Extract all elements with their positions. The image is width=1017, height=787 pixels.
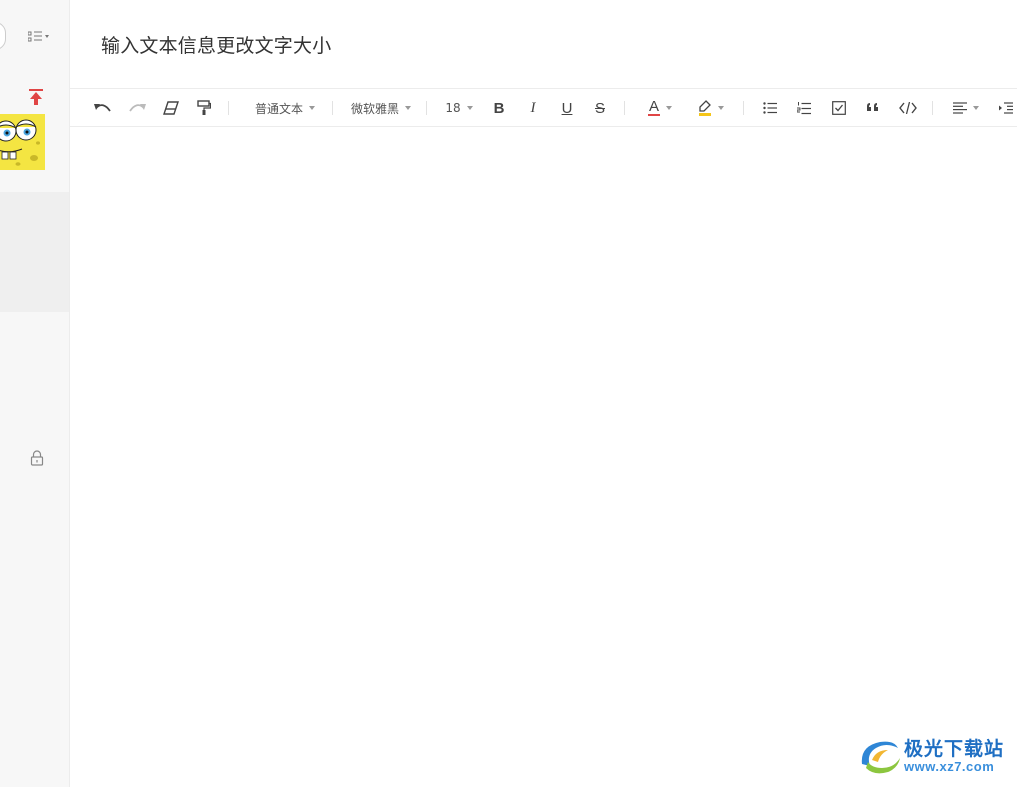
quote-icon [867, 103, 878, 111]
list-view-toggle[interactable] [28, 28, 54, 46]
code-icon [899, 102, 917, 114]
watermark-name: 极光下载站 [904, 738, 1005, 760]
code-button[interactable] [897, 97, 919, 119]
chevron-down-icon [309, 106, 315, 110]
toolbar-separator [932, 101, 933, 115]
note-list-panel [0, 0, 70, 787]
align-dropdown[interactable] [949, 97, 983, 119]
site-logo [861, 741, 900, 774]
indent-button[interactable] [997, 97, 1015, 119]
selected-note-area[interactable] [0, 192, 69, 312]
bold-icon: B [493, 99, 505, 117]
bullet-list-icon [763, 102, 777, 114]
chevron-down-icon [466, 106, 473, 110]
note-thumbnail[interactable] [0, 114, 45, 170]
watermark: 极光下载站 www.xz7.com [856, 734, 1014, 780]
highlighter-icon [699, 100, 711, 116]
chevron-down-icon [718, 106, 724, 110]
pin-top-icon[interactable] [28, 88, 44, 106]
italic-icon: I [530, 99, 536, 116]
editor-toolbar: 普通文本 微软雅黑 18 B I U S A [70, 88, 1017, 127]
redo-icon [129, 104, 146, 112]
chevron-down-icon [973, 106, 979, 110]
strikethrough-button[interactable]: S [590, 97, 610, 119]
font-size-dropdown[interactable]: 18 [443, 97, 475, 119]
lock-icon[interactable] [30, 450, 44, 466]
sponge-character-image [0, 114, 45, 170]
redo-button[interactable] [126, 97, 148, 119]
italic-button[interactable]: I [523, 97, 543, 119]
toolbar-separator [332, 101, 333, 115]
toolbar-separator [624, 101, 625, 115]
numbered-list-icon [797, 101, 811, 114]
back-button[interactable] [0, 22, 6, 50]
toolbar-separator [426, 101, 427, 115]
eraser-icon [163, 101, 179, 115]
checklist-button[interactable] [829, 97, 849, 119]
editor-content-area[interactable] [70, 128, 1017, 787]
indent-icon [999, 102, 1013, 114]
format-painter-icon [197, 100, 211, 115]
list-view-icon [28, 31, 49, 42]
font-color-letter: A [648, 98, 659, 115]
font-color-icon: A [648, 98, 660, 116]
bullet-list-button[interactable] [760, 97, 780, 119]
paragraph-style-dropdown[interactable]: 普通文本 [251, 97, 319, 119]
align-left-icon [953, 102, 967, 114]
underline-button[interactable]: U [557, 97, 577, 119]
highlight-color-button[interactable] [693, 97, 729, 119]
font-family-dropdown[interactable]: 微软雅黑 [349, 97, 413, 119]
numbered-list-button[interactable] [794, 97, 814, 119]
note-title[interactable]: 输入文本信息更改文字大小 [101, 31, 331, 58]
font-size-label: 18 [445, 101, 461, 115]
clear-format-button[interactable] [161, 97, 181, 119]
quote-button[interactable] [863, 97, 883, 119]
undo-button[interactable] [92, 97, 114, 119]
font-color-swatch [648, 114, 660, 116]
font-family-label: 微软雅黑 [350, 101, 399, 116]
toolbar-separator [743, 101, 744, 115]
bold-button[interactable]: B [489, 97, 509, 119]
undo-icon [94, 104, 111, 112]
paragraph-style-label: 普通文本 [254, 101, 303, 116]
font-color-button[interactable]: A [642, 97, 678, 119]
watermark-url: www.xz7.com [904, 759, 995, 774]
underline-icon: U [561, 99, 573, 117]
format-painter-button[interactable] [194, 97, 214, 119]
checkbox-icon [832, 101, 846, 115]
chevron-down-icon [405, 106, 411, 110]
watermark-text: 极光下载站 www.xz7.com [904, 739, 1004, 775]
chevron-down-icon [666, 106, 672, 110]
toolbar-separator [228, 101, 229, 115]
strikethrough-icon: S [594, 99, 605, 117]
